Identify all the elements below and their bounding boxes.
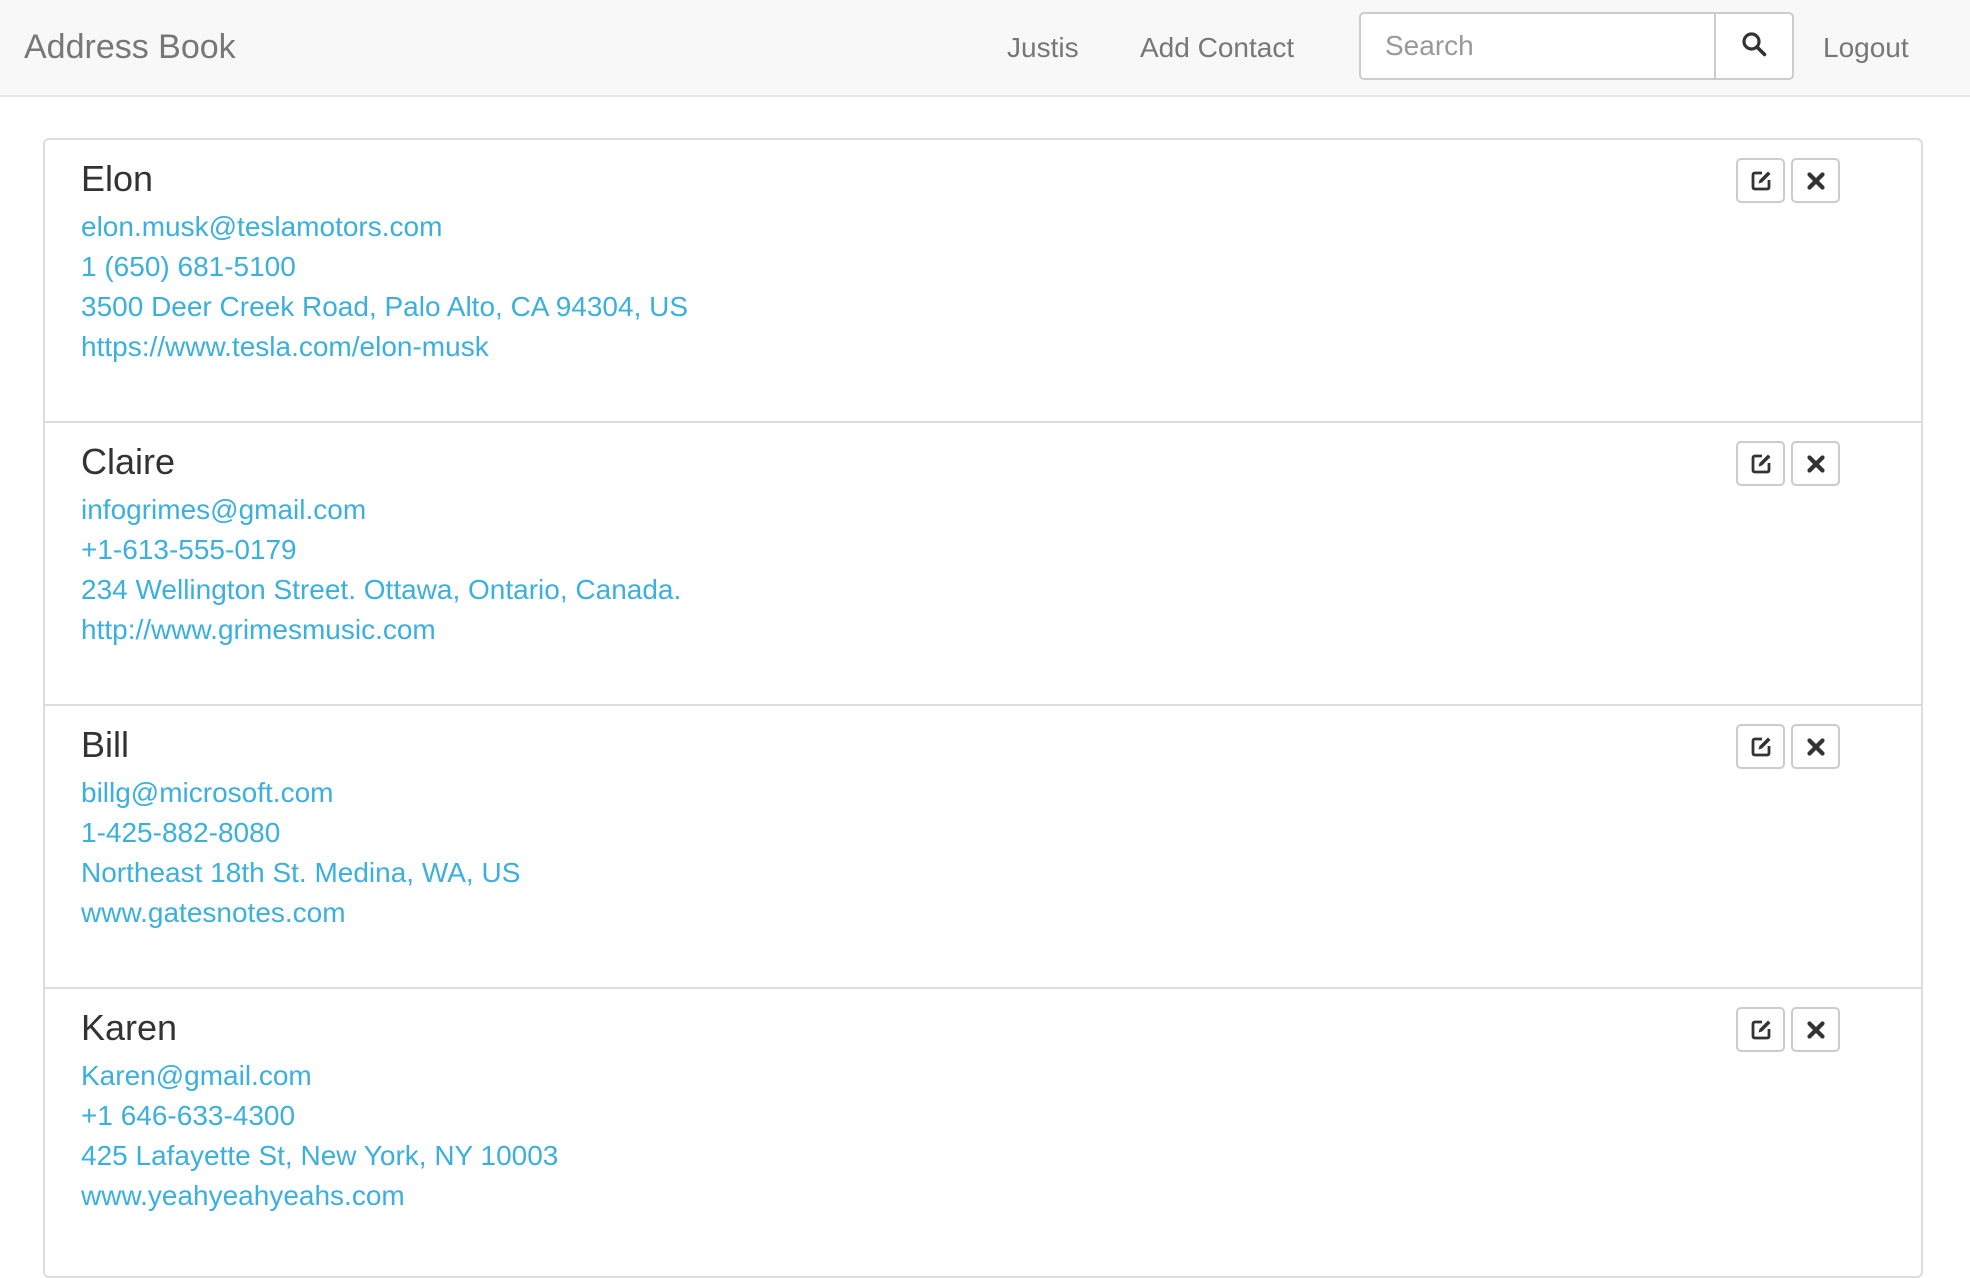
edit-contact-button[interactable]	[1736, 1007, 1785, 1052]
contact-email-link[interactable]: infogrimes@gmail.com	[81, 490, 1921, 530]
delete-contact-button[interactable]	[1791, 441, 1840, 486]
close-icon	[1806, 454, 1826, 474]
delete-contact-button[interactable]	[1791, 724, 1840, 769]
search-input[interactable]	[1359, 12, 1714, 80]
contact-phone-link[interactable]: 1 (650) 681-5100	[81, 247, 1921, 287]
contact-email-link[interactable]: Karen@gmail.com	[81, 1056, 1921, 1096]
brand-title[interactable]: Address Book	[24, 0, 236, 95]
edit-icon	[1749, 452, 1773, 476]
edit-contact-button[interactable]	[1736, 724, 1785, 769]
nav-add-contact-link[interactable]: Add Contact	[1140, 0, 1294, 95]
edit-contact-button[interactable]	[1736, 158, 1785, 203]
contact-website-link[interactable]: http://www.grimesmusic.com	[81, 610, 1921, 650]
edit-icon	[1749, 735, 1773, 759]
contact-name: Karen	[81, 1007, 178, 1048]
contact-phone-link[interactable]: 1-425-882-8080	[81, 813, 1921, 853]
contact-name: Elon	[81, 158, 154, 199]
delete-contact-button[interactable]	[1791, 1007, 1840, 1052]
navbar: Address Book Justis Add Contact Logout	[0, 0, 1970, 97]
edit-icon	[1749, 1018, 1773, 1042]
search-button[interactable]	[1714, 12, 1794, 80]
search-icon	[1741, 31, 1767, 62]
contact-email-link[interactable]: billg@microsoft.com	[81, 773, 1921, 813]
edit-contact-button[interactable]	[1736, 441, 1785, 486]
edit-icon	[1749, 169, 1773, 193]
delete-contact-button[interactable]	[1791, 158, 1840, 203]
contact-list: Elon elon.musk@teslamotors.com 1 (650) 6…	[43, 138, 1923, 1278]
logout-link[interactable]: Logout	[1823, 0, 1909, 95]
contact-card: Claire infogrimes@gmail.com +1-613-555-0…	[45, 423, 1921, 706]
contact-address-link[interactable]: 3500 Deer Creek Road, Palo Alto, CA 9430…	[81, 287, 1921, 327]
contact-address-link[interactable]: 234 Wellington Street. Ottawa, Ontario, …	[81, 570, 1921, 610]
contact-name: Claire	[81, 441, 176, 482]
contact-card: Bill billg@microsoft.com 1-425-882-8080 …	[45, 706, 1921, 989]
close-icon	[1806, 171, 1826, 191]
contact-actions	[1736, 724, 1840, 769]
contact-phone-link[interactable]: +1-613-555-0179	[81, 530, 1921, 570]
contact-address-link[interactable]: Northeast 18th St. Medina, WA, US	[81, 853, 1921, 893]
close-icon	[1806, 737, 1826, 757]
nav-user-link[interactable]: Justis	[1007, 0, 1079, 95]
contact-actions	[1736, 1007, 1840, 1052]
contact-phone-link[interactable]: +1 646-633-4300	[81, 1096, 1921, 1136]
contact-name: Bill	[81, 724, 130, 765]
contact-actions	[1736, 441, 1840, 486]
contact-card: Elon elon.musk@teslamotors.com 1 (650) 6…	[45, 140, 1921, 423]
search-form	[1359, 12, 1794, 80]
contact-website-link[interactable]: www.yeahyeahyeahs.com	[81, 1176, 1921, 1216]
contact-address-link[interactable]: 425 Lafayette St, New York, NY 10003	[81, 1136, 1921, 1176]
contact-actions	[1736, 158, 1840, 203]
contact-website-link[interactable]: www.gatesnotes.com	[81, 893, 1921, 933]
contact-email-link[interactable]: elon.musk@teslamotors.com	[81, 207, 1921, 247]
close-icon	[1806, 1020, 1826, 1040]
contact-card: Karen Karen@gmail.com +1 646-633-4300 42…	[45, 989, 1921, 1272]
contact-website-link[interactable]: https://www.tesla.com/elon-musk	[81, 327, 1921, 367]
